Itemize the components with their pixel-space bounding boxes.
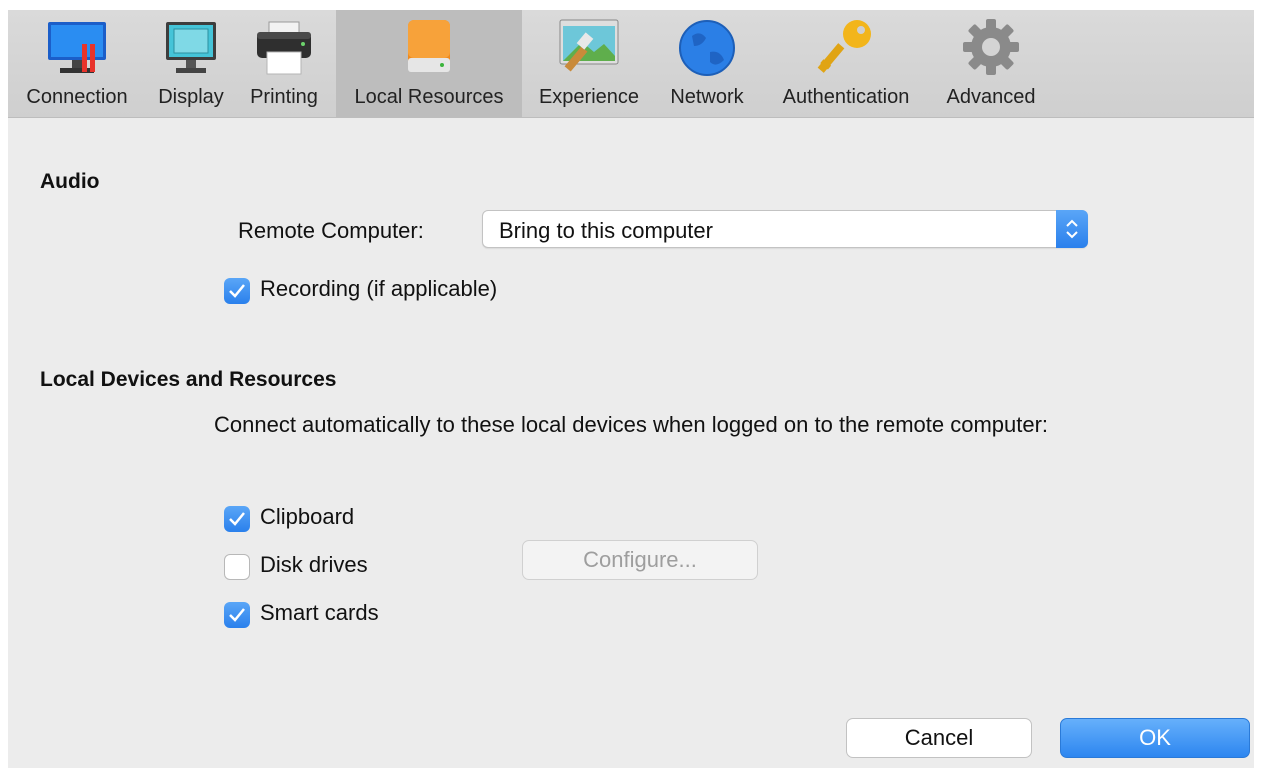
tab-connection[interactable]: Connection xyxy=(8,10,146,118)
local-devices-description: Connect automatically to these local dev… xyxy=(214,412,1049,437)
smart-cards-option[interactable]: Smart cards xyxy=(224,600,524,630)
recording-label: Recording (if applicable) xyxy=(260,276,498,301)
disk-drive-icon xyxy=(394,16,464,78)
disk-drives-checkbox[interactable] xyxy=(224,554,250,580)
tab-printing[interactable]: Printing xyxy=(236,10,332,118)
recording-checkbox[interactable] xyxy=(224,278,250,304)
tab-experience[interactable]: Experience xyxy=(526,10,652,118)
smart-cards-label: Smart cards xyxy=(260,600,379,625)
cancel-button[interactable]: Cancel xyxy=(846,718,1032,758)
monitor-connection-icon xyxy=(42,16,112,78)
settings-window: Connection Display Printing Local Resour… xyxy=(8,10,1254,768)
select-stepper-icon xyxy=(1056,210,1088,248)
remote-computer-select[interactable]: Bring to this computer xyxy=(482,210,1088,248)
tab-local-resources[interactable]: Local Resources xyxy=(336,10,522,118)
printer-icon xyxy=(249,16,319,78)
ok-button[interactable]: OK xyxy=(1060,718,1250,758)
experience-icon xyxy=(554,16,624,78)
display-icon xyxy=(156,16,226,78)
gear-icon xyxy=(956,16,1026,78)
clipboard-checkbox[interactable] xyxy=(224,506,250,532)
tab-display[interactable]: Display xyxy=(146,10,236,118)
clipboard-label: Clipboard xyxy=(260,504,355,529)
audio-section-title: Audio xyxy=(40,170,100,193)
recording-option[interactable]: Recording (if applicable) xyxy=(224,276,624,306)
local-devices-section-title: Local Devices and Resources xyxy=(40,368,337,391)
tab-network-label: Network xyxy=(670,86,744,108)
tab-authentication-label: Authentication xyxy=(782,86,910,108)
smart-cards-checkbox[interactable] xyxy=(224,602,250,628)
key-icon xyxy=(811,16,881,78)
tab-display-label: Display xyxy=(158,86,224,108)
disk-drives-label: Disk drives xyxy=(260,552,368,577)
tab-local-resources-label: Local Resources xyxy=(354,86,504,108)
tab-connection-label: Connection xyxy=(26,86,128,108)
tab-experience-label: Experience xyxy=(538,86,640,108)
tab-advanced[interactable]: Advanced xyxy=(934,10,1048,118)
tab-authentication[interactable]: Authentication xyxy=(762,10,930,118)
tab-advanced-label: Advanced xyxy=(946,86,1036,108)
disk-drives-option[interactable]: Disk drives xyxy=(224,552,484,582)
configure-button[interactable]: Configure... xyxy=(522,540,758,580)
remote-computer-label: Remote Computer: xyxy=(238,218,424,243)
tab-network[interactable]: Network xyxy=(656,10,758,118)
local-resources-pane: Audio Remote Computer: Bring to this com… xyxy=(8,118,1254,768)
globe-icon xyxy=(672,16,742,78)
preferences-toolbar: Connection Display Printing Local Resour… xyxy=(8,10,1254,118)
tab-printing-label: Printing xyxy=(250,86,318,108)
remote-computer-value: Bring to this computer xyxy=(499,218,713,243)
clipboard-option[interactable]: Clipboard xyxy=(224,504,524,534)
